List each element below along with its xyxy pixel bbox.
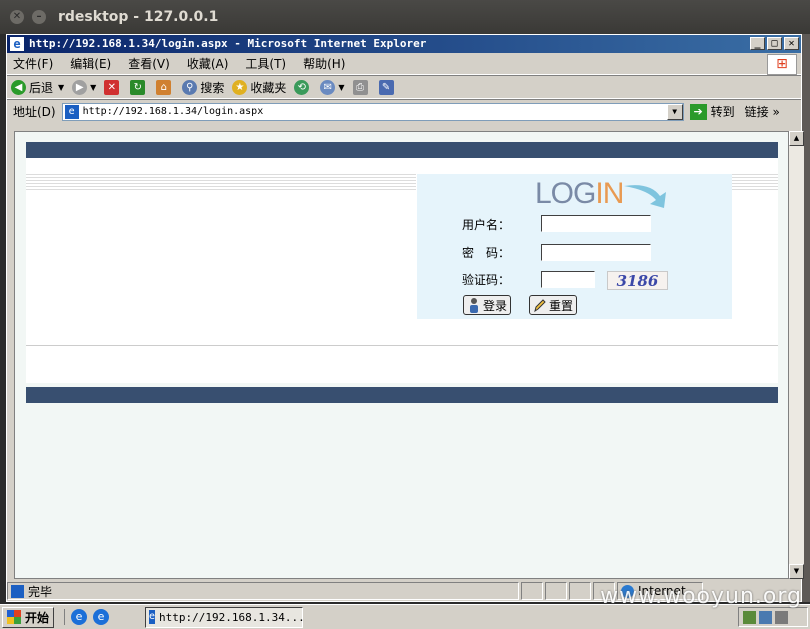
- scroll-down-icon[interactable]: ▼: [789, 564, 804, 579]
- address-value: http://192.168.1.34/login.aspx: [82, 106, 264, 117]
- maximize-button[interactable]: □: [767, 37, 782, 50]
- back-button[interactable]: ◀ 后退 ▼: [11, 79, 64, 96]
- windows-logo-icon: ⊞: [767, 54, 797, 75]
- captcha-input[interactable]: [541, 271, 595, 288]
- rdesktop-title-bar: ✕ – rdesktop - 127.0.0.1: [0, 0, 810, 34]
- ie-icon: e: [10, 37, 24, 51]
- menu-edit[interactable]: 编辑(E): [70, 55, 111, 72]
- footer-band: [26, 387, 778, 403]
- stripe-decoration: [732, 174, 778, 192]
- address-label: 地址(D): [13, 105, 56, 119]
- start-button[interactable]: 开始: [2, 606, 55, 628]
- stop-button[interactable]: ✕: [104, 79, 122, 95]
- tray-icon[interactable]: [743, 610, 756, 624]
- chevron-down-icon[interactable]: ▼: [90, 83, 96, 92]
- home-icon: ⌂: [156, 79, 172, 95]
- refresh-icon: ↻: [130, 79, 146, 95]
- menu-help[interactable]: 帮助(H): [303, 55, 345, 72]
- search-button[interactable]: ⚲ 搜索: [182, 79, 224, 96]
- login-row: LOGIN 用户名： 密 码： 验证码： 3186 登录 重置: [26, 172, 778, 319]
- user-icon: [470, 298, 478, 313]
- logo-arrow-icon: [624, 185, 666, 208]
- mail-icon: ✉: [320, 79, 336, 95]
- header-band: [26, 142, 778, 158]
- chevron-down-icon[interactable]: ▼: [338, 83, 344, 92]
- username-input[interactable]: [541, 215, 651, 232]
- ie-icon[interactable]: e: [71, 609, 88, 625]
- menu-tools[interactable]: 工具(T): [245, 55, 286, 72]
- page-icon: e: [64, 104, 79, 119]
- menu-bar: 文件(F) 编辑(E) 查看(V) 收藏(A) 工具(T) 帮助(H) ⊞: [7, 53, 801, 75]
- forward-arrow-icon: ▶: [72, 79, 88, 95]
- ie-title-bar: e http://192.168.1.34/login.aspx - Micro…: [7, 35, 801, 53]
- login-panel: LOGIN 用户名： 密 码： 验证码： 3186 登录 重置: [417, 174, 732, 319]
- stop-icon: ✕: [104, 79, 120, 95]
- forward-button[interactable]: ▶ ▼: [72, 79, 96, 95]
- ie-title: http://192.168.1.34/login.aspx - Microso…: [29, 37, 427, 50]
- tray-icon[interactable]: [759, 610, 772, 624]
- address-bar: 地址(D) e http://192.168.1.34/login.aspx ▼…: [7, 99, 801, 123]
- back-arrow-icon: ◀: [11, 79, 26, 95]
- stripe-decoration: [26, 174, 416, 192]
- history-button[interactable]: ⟲: [294, 79, 312, 95]
- favorites-button[interactable]: ★ 收藏夹: [232, 79, 286, 96]
- watermark: www.wooyun.org: [600, 584, 802, 609]
- address-input[interactable]: e http://192.168.1.34/login.aspx ▼: [61, 102, 684, 121]
- reset-button[interactable]: 重置: [529, 295, 578, 315]
- minimize-button[interactable]: _: [750, 37, 765, 50]
- chevron-down-icon[interactable]: ▼: [666, 103, 683, 120]
- mail-button[interactable]: ✉ ▼: [320, 79, 345, 95]
- status-text-cell: 完毕: [7, 582, 519, 600]
- pencil-icon: [534, 299, 546, 313]
- go-arrow-icon: ➔: [689, 103, 707, 120]
- taskbar-ie-task[interactable]: e http://192.168.1.34...: [145, 606, 305, 628]
- search-icon: ⚲: [182, 79, 198, 95]
- chevron-right-icon: »: [772, 105, 780, 119]
- page-viewport: LOGIN 用户名： 密 码： 验证码： 3186 登录 重置: [14, 131, 789, 579]
- username-label: 用户名：: [462, 218, 511, 232]
- windows-flag-icon: [7, 610, 21, 624]
- close-button[interactable]: ✕: [784, 37, 799, 50]
- home-button[interactable]: ⌂: [156, 79, 174, 95]
- password-label: 密 码：: [462, 246, 511, 260]
- toolbar: ◀ 后退 ▼ ▶ ▼ ✕ ↻ ⌂ ⚲ 搜索 ★ 收藏夹 ⟲ ✉ ▼ ⎙ ✎: [7, 75, 801, 99]
- vertical-scrollbar[interactable]: ▲ ▼: [789, 131, 804, 579]
- go-button[interactable]: ➔ 转到: [689, 103, 735, 120]
- edit-button[interactable]: ✎: [378, 79, 397, 95]
- rdesktop-title: rdesktop - 127.0.0.1: [58, 9, 219, 25]
- menu-view[interactable]: 查看(V): [128, 55, 170, 72]
- history-icon: ⟲: [294, 79, 310, 95]
- captcha-label: 验证码：: [462, 273, 511, 287]
- star-icon: ★: [232, 79, 248, 95]
- print-button[interactable]: ⎙: [352, 79, 371, 95]
- page-icon: [11, 584, 24, 598]
- captcha-image[interactable]: 3186: [607, 271, 668, 290]
- print-icon: ⎙: [352, 79, 368, 95]
- close-icon[interactable]: ✕: [10, 10, 24, 24]
- ie-icon: e: [149, 610, 156, 624]
- login-button[interactable]: 登录: [463, 295, 512, 315]
- menu-favorites[interactable]: 收藏(A): [187, 55, 229, 72]
- ie-window: e http://192.168.1.34/login.aspx - Micro…: [6, 34, 804, 602]
- ie-icon[interactable]: e: [93, 609, 110, 625]
- login-logo: LOGIN: [535, 177, 624, 210]
- refresh-button[interactable]: ↻: [130, 79, 148, 95]
- spacer: [26, 158, 778, 172]
- tray-icon[interactable]: [775, 610, 788, 624]
- password-input[interactable]: [541, 244, 651, 261]
- links-button[interactable]: 链接 »: [745, 103, 780, 120]
- menu-file[interactable]: 文件(F): [13, 55, 53, 72]
- footer-spacer: [26, 319, 778, 383]
- edit-icon: ✎: [378, 79, 394, 95]
- scroll-up-icon[interactable]: ▲: [789, 131, 804, 146]
- minimize-icon[interactable]: –: [32, 10, 46, 24]
- chevron-down-icon[interactable]: ▼: [58, 83, 64, 92]
- quick-launch: e e: [64, 609, 110, 625]
- system-tray: [738, 607, 808, 627]
